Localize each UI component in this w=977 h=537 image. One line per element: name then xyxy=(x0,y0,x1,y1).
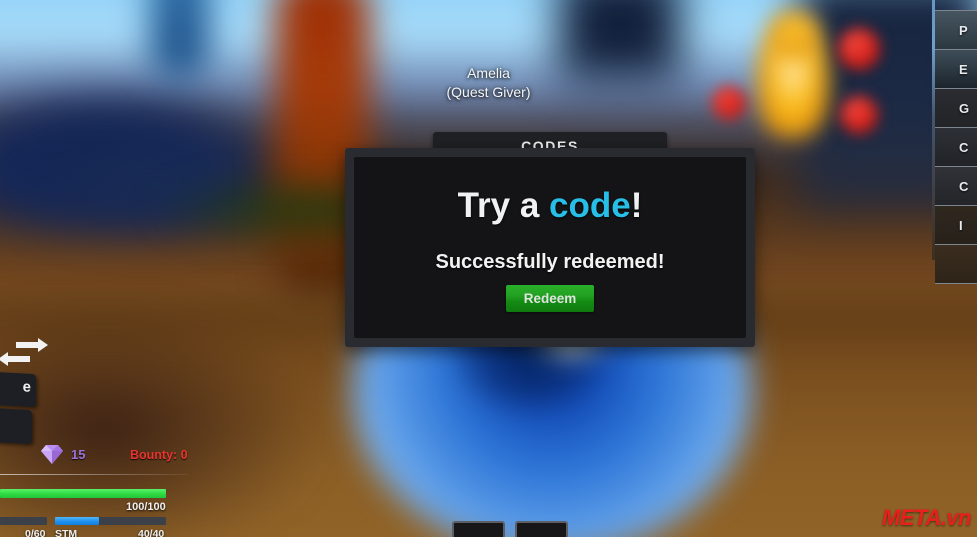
watermark: META.vn xyxy=(882,505,971,530)
side-menu: P E G C C I xyxy=(935,10,977,284)
health-bar-fill xyxy=(0,489,166,498)
side-menu-item-label: G xyxy=(959,100,970,116)
red-orb-decoration xyxy=(840,96,878,134)
heading-prefix: Try a xyxy=(457,186,550,225)
side-menu-item-label: P xyxy=(959,22,968,38)
hotbar xyxy=(452,521,568,537)
health-value: 100/100 xyxy=(126,501,166,513)
stamina-bar xyxy=(55,517,166,525)
stamina-value: 40/40 xyxy=(138,528,165,537)
bounty-label: Bounty: 0 xyxy=(130,448,188,462)
codes-dialog-panel: Try a code! Successfully redeemed! Redee… xyxy=(354,157,746,338)
distant-structure xyxy=(560,0,680,80)
left-hud-panel-primary[interactable]: e xyxy=(0,369,36,408)
codes-dialog: Try a code! Successfully redeemed! Redee… xyxy=(345,148,755,347)
side-menu-item-label: C xyxy=(959,178,969,194)
hotbar-slot[interactable] xyxy=(515,521,568,537)
secondary-bar xyxy=(0,517,47,525)
stamina-bar-fill xyxy=(55,517,100,525)
side-menu-item-label: C xyxy=(959,139,969,155)
left-hud-panel-secondary[interactable] xyxy=(0,405,32,445)
npc-character-head xyxy=(768,10,820,58)
heading-accent: code xyxy=(549,186,631,225)
heading-suffix: ! xyxy=(630,186,643,225)
hud-divider xyxy=(0,474,188,475)
codes-dialog-heading: Try a code! xyxy=(354,186,746,226)
side-menu-item-4[interactable]: C xyxy=(935,127,977,167)
hotbar-slot[interactable] xyxy=(452,521,505,537)
gem-count: 15 xyxy=(71,446,86,462)
secondary-value: 0/60 xyxy=(25,528,46,537)
left-hud-panel-label: e xyxy=(22,378,31,396)
redeem-status-message: Successfully redeemed! xyxy=(435,251,665,273)
redeem-button[interactable]: Redeem xyxy=(506,285,594,312)
game-screen: Amelia (Quest Giver) e 15 Bounty: 0 100/… xyxy=(0,0,977,537)
side-menu-item-label: E xyxy=(959,61,968,77)
side-menu-item-7[interactable] xyxy=(935,244,977,284)
gem-icon xyxy=(41,445,63,464)
red-orb-decoration xyxy=(712,86,746,120)
health-bar xyxy=(0,489,166,498)
side-menu-item-1[interactable]: P xyxy=(935,10,977,50)
side-menu-item-label: I xyxy=(959,217,963,233)
side-menu-item-6[interactable]: I xyxy=(935,205,977,245)
swap-arrows-glyph xyxy=(0,338,48,366)
stamina-name: STM xyxy=(55,528,78,537)
blue-banner-pole xyxy=(150,0,210,80)
red-orb-decoration xyxy=(838,28,880,70)
side-menu-item-5[interactable]: C xyxy=(935,166,977,206)
side-menu-item-2[interactable]: E xyxy=(935,49,977,89)
swap-arrows-icon[interactable] xyxy=(0,336,50,372)
gem-currency: 15 xyxy=(40,443,85,465)
side-menu-item-3[interactable]: G xyxy=(935,88,977,128)
